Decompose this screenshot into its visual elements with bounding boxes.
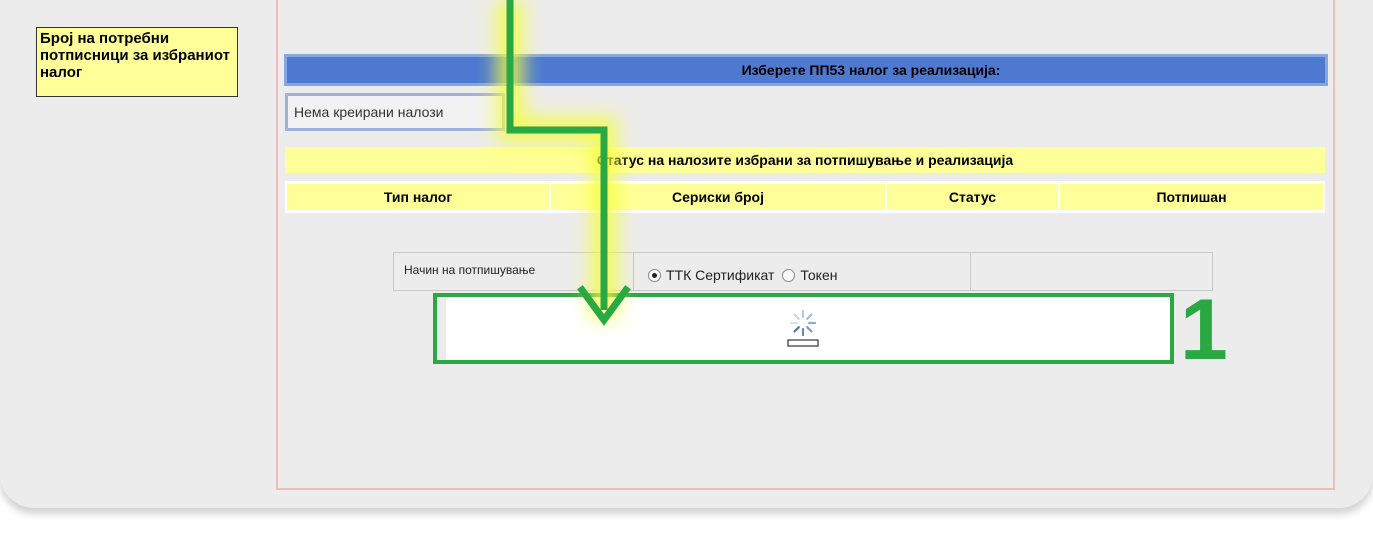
- signing-method-label: Начин на потпишување: [394, 253, 634, 290]
- signing-method-row: Начин на потпишување ТТК Сертификат Токе…: [393, 252, 1213, 291]
- select-order-header: Изберете ПП53 налог за реализација:: [284, 54, 1328, 86]
- radio-ttk-certificate[interactable]: ТТК Сертификат: [648, 267, 774, 283]
- radio-checked-icon[interactable]: [648, 269, 661, 282]
- annotation-highlight-box: [433, 293, 1174, 364]
- select-order-header-label: Изберете ПП53 налог за реализација:: [741, 62, 1001, 78]
- radio-unchecked-icon[interactable]: [782, 269, 796, 282]
- radio-ttk-label: ТТК Сертификат: [666, 267, 775, 283]
- status-title: Статус на налозите избрани за потпишувањ…: [285, 147, 1325, 173]
- radio-token-label: Токен: [800, 267, 838, 283]
- column-header-serial-number: Сериски број: [551, 184, 885, 210]
- orders-select[interactable]: Нема креирани налози: [285, 93, 505, 131]
- signing-method-options: ТТК Сертификат Токен: [634, 253, 971, 290]
- annotation-step-number: 1: [1180, 282, 1228, 378]
- status-table-header: Тип налог Сериски број Статус Потпишан: [285, 181, 1325, 213]
- column-header-status: Статус: [887, 184, 1058, 210]
- column-header-order-type: Тип налог: [287, 184, 549, 210]
- radio-token[interactable]: Токен: [782, 267, 837, 283]
- signing-method-empty-cell: [971, 253, 1212, 290]
- required-signers-note: Број на потребни потписници за избраниот…: [36, 27, 238, 97]
- column-header-signed: Потпишан: [1060, 184, 1323, 210]
